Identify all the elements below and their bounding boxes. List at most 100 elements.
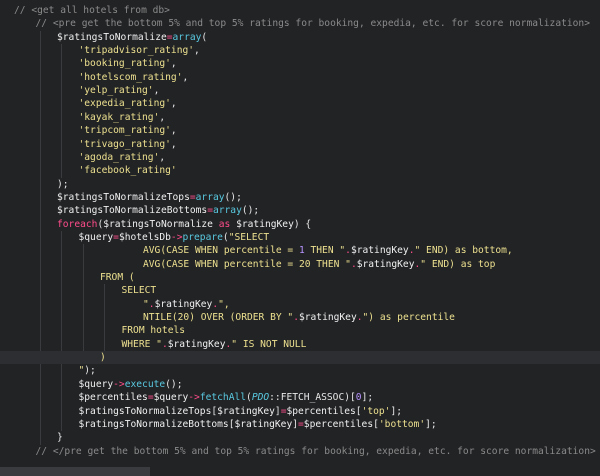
code-editor[interactable]: // <get all hotels from db> // <pre get t…: [0, 0, 600, 476]
code-token: 'top': [361, 405, 391, 417]
code-line[interactable]: AVG(CASE WHEN percentile = 20 THEN ".$ra…: [0, 258, 600, 271]
code-token: ,: [170, 58, 177, 70]
code-text: $ratingsToNormalizeBottoms=array();: [57, 204, 259, 217]
code-text: 'yelp_rating',: [79, 84, 160, 97]
code-text: $percentiles=$query->fetchAll(PDO::FETCH…: [79, 391, 374, 404]
code-token: ,: [153, 85, 160, 97]
code-token: $percentiles: [303, 418, 374, 430]
code-token: ->: [188, 392, 200, 404]
code-token: ) {: [293, 218, 312, 230]
code-token: ];: [425, 418, 437, 430]
code-line[interactable]: // <get all hotels from db>: [0, 4, 600, 17]
code-token: ") as percentile: [362, 312, 455, 324]
code-token: ::FETCH_ASSOC)[: [269, 392, 356, 404]
code-token: NTILE(20) OVER (ORDER BY ": [143, 312, 294, 324]
code-line[interactable]: ): [0, 351, 600, 365]
code-line[interactable]: FROM (: [0, 271, 600, 284]
code-text: ".$ratingKey.",: [143, 298, 230, 311]
code-line[interactable]: $ratingsToNormalizeTops[$ratingKey]=$per…: [0, 405, 600, 418]
code-token: $ratingsToNormalizeTops: [78, 405, 212, 417]
code-token: 'expedia_rating': [78, 98, 171, 110]
code-line[interactable]: 'agoda_rating',: [0, 151, 600, 164]
code-text: NTILE(20) OVER (ORDER BY ".$ratingKey.")…: [143, 311, 455, 324]
code-text: SELECT: [122, 284, 157, 297]
code-line[interactable]: // <pre get the bottom 5% and top 5% rat…: [0, 17, 600, 30]
code-text: 'tripcom_rating',: [79, 124, 177, 137]
code-line[interactable]: $query=$hotelsDb->prepare("SELECT: [0, 231, 600, 244]
code-token: ];: [390, 405, 403, 417]
code-line[interactable]: 'kayak_rating',: [0, 111, 600, 124]
code-token: array: [195, 191, 225, 203]
code-token: ,: [170, 138, 177, 150]
code-text: $ratingsToNormalizeTops[$ratingKey]=$per…: [79, 405, 403, 418]
code-line[interactable]: $ratingsToNormalizeTops=array();: [0, 191, 600, 204]
code-line[interactable]: $query->execute();: [0, 378, 600, 391]
code-text: 'trivago_rating',: [79, 138, 177, 151]
code-text: $ratingsToNormalizeBottoms[$ratingKey]=$…: [79, 418, 437, 431]
code-token: 'bottom': [378, 418, 426, 430]
code-token: ();: [165, 378, 183, 390]
code-token: WHERE ": [121, 338, 162, 350]
code-line[interactable]: WHERE ".$ratingKey." IS NOT NULL: [0, 338, 600, 351]
code-token: " END) as top: [420, 258, 496, 270]
code-text: 'agoda_rating',: [79, 151, 166, 164]
code-line[interactable]: 'tripadvisor_rating',: [0, 44, 600, 57]
code-token: // </pre get the bottom 5% and top 5% ra…: [35, 445, 596, 457]
code-token: ): [100, 352, 106, 364]
code-line[interactable]: $percentiles=$query->fetchAll(PDO::FETCH…: [0, 391, 600, 404]
code-line[interactable]: );: [0, 178, 600, 191]
code-line[interactable]: $ratingsToNormalizeBottoms=array();: [0, 204, 600, 217]
code-text: $query->execute();: [79, 378, 183, 391]
code-token: " END) as bottom,: [414, 245, 513, 257]
code-text: ): [100, 351, 106, 364]
code-line[interactable]: }: [0, 431, 600, 444]
code-token: SELECT: [121, 285, 157, 297]
code-line[interactable]: ");: [0, 364, 600, 377]
code-token: array: [212, 205, 242, 217]
code-token: 'booking_rating': [78, 58, 171, 70]
code-line[interactable]: $ratingsToNormalizeBottoms[$ratingKey]=$…: [0, 418, 600, 431]
code-token: $ratingsToNormalizeBottoms: [57, 205, 208, 217]
code-token: $ratingKey: [356, 258, 415, 270]
horizontal-scrollbar[interactable]: [0, 467, 150, 476]
code-token: $hotelsDb: [118, 231, 171, 243]
code-token: fetchAll: [199, 392, 247, 404]
code-token: // <pre get the bottom 5% and top 5% rat…: [35, 18, 591, 30]
code-token: $query: [153, 392, 189, 404]
code-text: $ratingsToNormalizeTops=array();: [57, 191, 242, 204]
code-line[interactable]: foreach($ratingsToNormalize as $ratingKe…: [0, 218, 600, 231]
code-text: 'facebook_rating': [79, 164, 177, 177]
code-line[interactable]: 'expedia_rating',: [0, 97, 600, 110]
code-token: (: [201, 31, 208, 43]
code-line[interactable]: 'facebook_rating': [0, 164, 600, 177]
code-line[interactable]: $ratingsToNormalize=array(: [0, 31, 600, 44]
code-text: }: [57, 431, 63, 444]
code-token: ->: [113, 378, 125, 390]
code-token: execute: [124, 378, 166, 390]
code-line[interactable]: AVG(CASE WHEN percentile = 1 THEN ".$rat…: [0, 244, 600, 257]
code-line[interactable]: 'yelp_rating',: [0, 84, 600, 97]
code-line[interactable]: ".$ratingKey.",: [0, 298, 600, 311]
code-token: ",: [218, 298, 230, 310]
code-token: $ratingsToNormalizeBottoms: [78, 418, 229, 430]
code-token: AVG(CASE WHEN percentile = 20 THEN ": [143, 258, 351, 270]
code-line[interactable]: SELECT: [0, 284, 600, 297]
code-token: $ratingKey: [167, 338, 226, 350]
code-line[interactable]: 'booking_rating',: [0, 57, 600, 70]
code-text: AVG(CASE WHEN percentile = 20 THEN ".$ra…: [143, 258, 495, 271]
code-token: $ratingKey: [298, 312, 357, 324]
code-line[interactable]: 'hotelscom_rating',: [0, 71, 600, 84]
code-text: $query=$hotelsDb->prepare("SELECT: [79, 231, 270, 244]
code-token: ();: [224, 191, 242, 203]
code-line[interactable]: 'tripcom_rating',: [0, 124, 600, 137]
code-line[interactable]: 'trivago_rating',: [0, 138, 600, 151]
code-token: 'yelp_rating': [78, 85, 154, 97]
code-token: 'agoda_rating': [78, 151, 160, 163]
code-line[interactable]: NTILE(20) OVER (ORDER BY ".$ratingKey.")…: [0, 311, 600, 324]
code-text: WHERE ".$ratingKey." IS NOT NULL: [122, 338, 307, 351]
code-token: ,: [182, 71, 189, 83]
code-line[interactable]: FROM hotels: [0, 324, 600, 337]
code-line[interactable]: // </pre get the bottom 5% and top 5% ra…: [0, 445, 600, 458]
code-token: THEN ": [304, 245, 346, 257]
code-token: foreach: [57, 218, 98, 230]
